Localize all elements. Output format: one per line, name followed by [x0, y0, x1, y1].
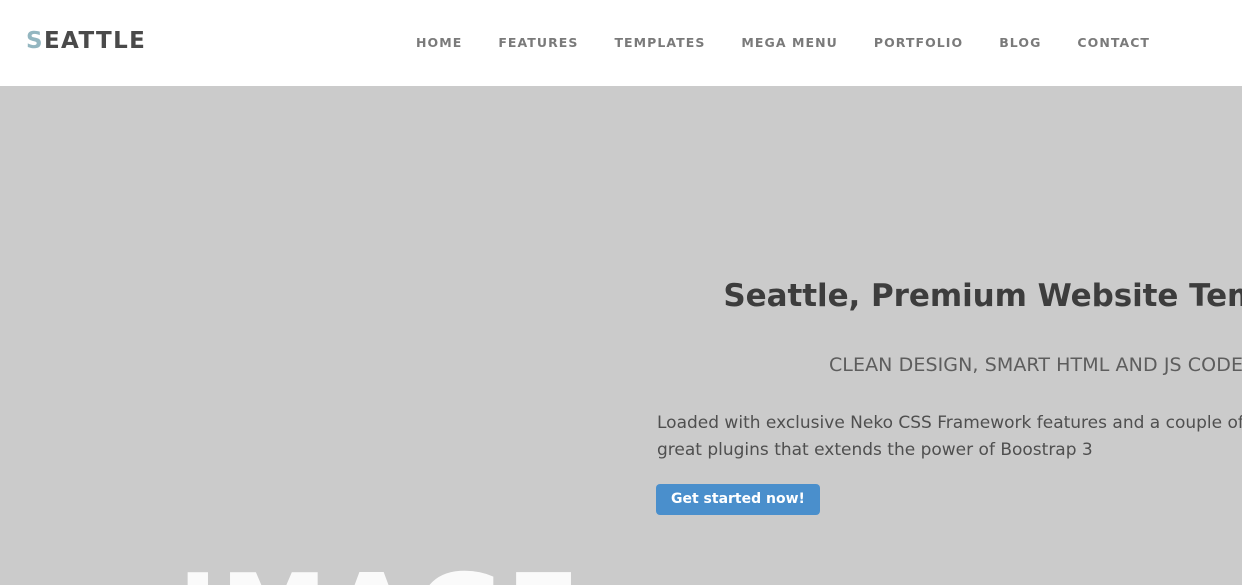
get-started-button[interactable]: Get started now!	[656, 484, 820, 515]
nav-item-contact[interactable]: CONTACT	[1059, 0, 1168, 86]
hero-description: Loaded with exclusive Neko CSS Framework…	[657, 413, 1242, 460]
nav-item-blog[interactable]: BLOG	[981, 0, 1059, 86]
nav-item-home[interactable]: HOME	[398, 0, 480, 86]
hero-image-placeholder: IMAGE	[0, 86, 760, 585]
hero-section: IMAGE Seattle, Premium Website Template …	[0, 86, 1242, 585]
hero-content: Seattle, Premium Website Template CLEAN …	[656, 86, 1242, 585]
logo-accent-letter: S	[26, 28, 44, 54]
main-navigation: HOME FEATURES TEMPLATES MEGA MENU PORTFO…	[398, 0, 1168, 86]
logo-text: EATTLE	[43, 28, 147, 54]
hero-subtitle: CLEAN DESIGN, SMART HTML AND JS CODE	[828, 354, 1242, 376]
nav-item-features[interactable]: FEATURES	[480, 0, 596, 86]
site-logo[interactable]: SEATTLE	[26, 26, 146, 56]
nav-item-portfolio[interactable]: PORTFOLIO	[856, 0, 981, 86]
header-inner: SEATTLE HOME FEATURES TEMPLATES MEGA MEN…	[0, 0, 1242, 86]
image-placeholder-label: IMAGE	[178, 561, 582, 585]
hero-title: Seattle, Premium Website Template	[723, 278, 1242, 314]
nav-item-mega-menu[interactable]: MEGA MENU	[723, 0, 855, 86]
nav-item-templates[interactable]: TEMPLATES	[596, 0, 723, 86]
site-header: SEATTLE HOME FEATURES TEMPLATES MEGA MEN…	[0, 0, 1242, 86]
